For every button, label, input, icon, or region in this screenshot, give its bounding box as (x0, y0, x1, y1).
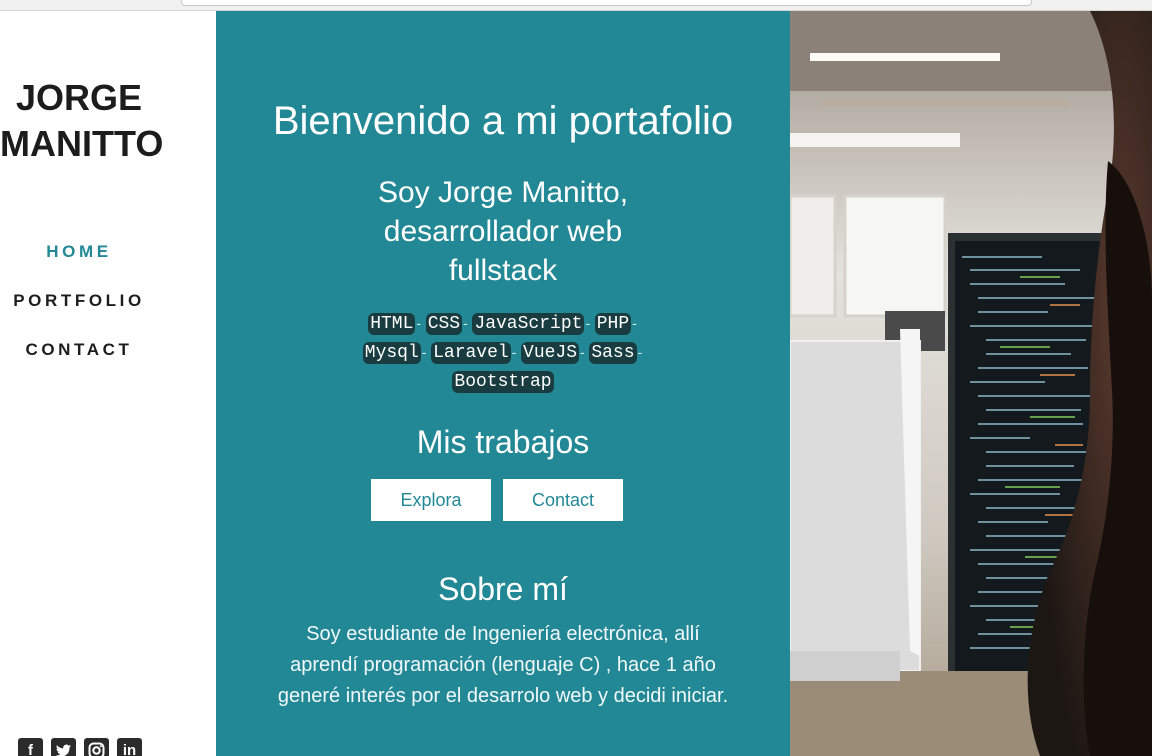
brand-first-name: JORGE (15, 77, 143, 118)
skill-separator: - (637, 344, 643, 360)
brand-last-name: MANITTO (0, 123, 164, 164)
address-bar[interactable] (181, 0, 1032, 6)
nav-link-home[interactable]: HOME (0, 240, 158, 289)
skill-separator: - (580, 344, 585, 360)
skill-badge: Sass (589, 342, 637, 364)
explore-button[interactable]: Explora (371, 479, 491, 521)
skills-list: HTML - CSS - JavaScript - PHP - Mysql - Larav… (343, 309, 663, 396)
skill-separator: - (511, 344, 517, 360)
site-brand[interactable]: JORGE MANITTO (0, 75, 164, 167)
skill-badge: JavaScript (472, 313, 585, 335)
linkedin-icon[interactable]: in (117, 738, 142, 756)
skill-badge: Laravel (431, 342, 511, 364)
twitter-icon[interactable] (51, 738, 76, 756)
works-buttons: Explora Contact (371, 479, 623, 521)
facebook-icon[interactable]: f (18, 738, 43, 756)
skill-badge: Bootstrap (452, 371, 554, 393)
page-title: Bienvenido a mi portafolio (272, 99, 734, 143)
intro-line: desarrollador web (383, 215, 623, 248)
works-heading: Mis trabajos (416, 424, 590, 460)
about-heading: Sobre mí (438, 571, 568, 607)
hero-photo (790, 11, 1152, 756)
skill-separator: - (421, 344, 427, 360)
nav-link-contact[interactable]: CONTACT (0, 338, 158, 387)
sidebar: JORGE MANITTO HOME PORTFOLIO CONTACT f i… (0, 11, 216, 756)
skill-badge: VueJS (521, 342, 580, 364)
intro-text: Soy Jorge Manitto, desarrollador web ful… (353, 173, 653, 290)
intro-line: fullstack (448, 254, 558, 287)
skill-badge: Mysql (362, 342, 421, 364)
contact-button[interactable]: Contact (503, 479, 623, 521)
skill-badge: HTML (368, 313, 416, 335)
hero-panel: Bienvenido a mi portafolio Soy Jorge Man… (216, 11, 790, 756)
about-text: Soy estudiante de Ingeniería electrónica… (277, 623, 729, 707)
skill-badge: CSS (425, 313, 463, 335)
skill-separator: - (632, 315, 637, 331)
main-nav: HOME PORTFOLIO CONTACT (0, 240, 158, 387)
nav-link-portfolio[interactable]: PORTFOLIO (0, 289, 158, 338)
browser-address-strip (0, 0, 1152, 11)
instagram-icon[interactable] (84, 738, 109, 756)
intro-line: Soy Jorge Manitto, (377, 176, 629, 209)
skill-separator: - (585, 315, 591, 331)
skill-separator: - (416, 315, 422, 331)
skill-separator: - (463, 315, 468, 331)
social-links: f in (18, 738, 142, 756)
skill-badge: PHP (594, 313, 632, 335)
